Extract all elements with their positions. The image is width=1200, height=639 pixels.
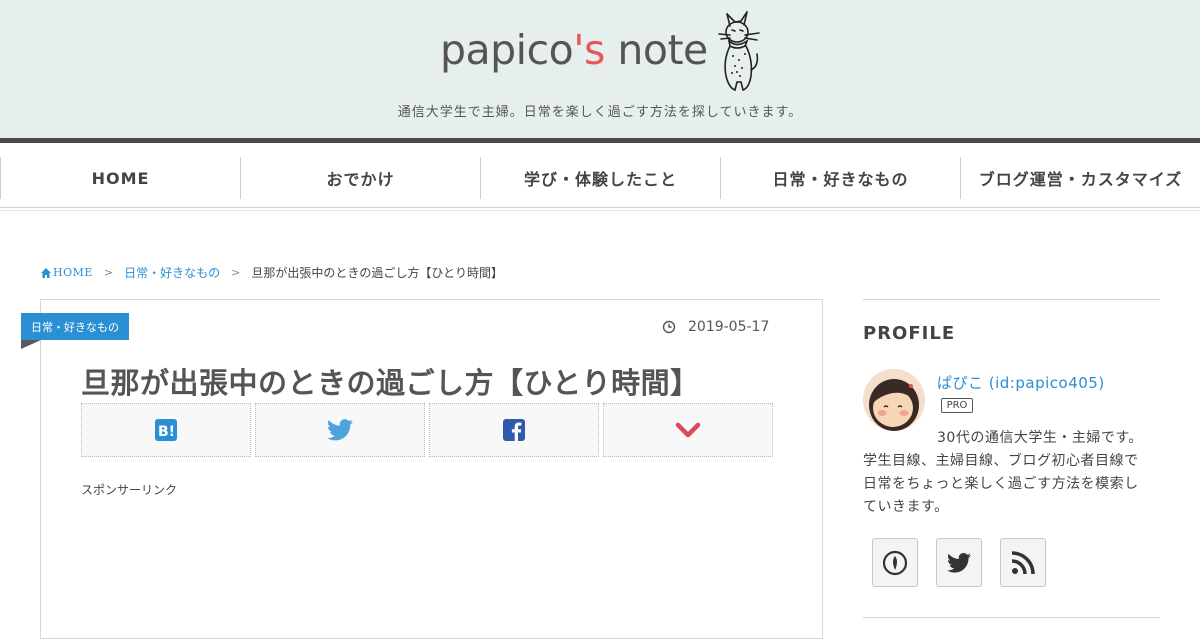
profile-desc-line: 30代の通信大学生・主婦です。 — [937, 430, 1143, 446]
facebook-share-button[interactable] — [429, 403, 599, 457]
global-nav: HOME おでかけ 学び・体験したこと 日常・好きなもの ブログ運営・カスタマイ… — [0, 157, 1200, 199]
hatena-follow-button[interactable] — [872, 538, 918, 587]
profile-name[interactable]: ぱぴこ (id:papico405) — [937, 372, 1105, 393]
sidebar-divider-top — [863, 299, 1160, 300]
profile-desc-line: 学生目線、主婦目線、ブログ初心者目線で — [863, 453, 1139, 469]
logo-text-main: papico — [440, 26, 574, 74]
profile-desc-line: 日常をちょっと楽しく過ごす方法を模索し — [863, 476, 1139, 492]
hatena-icon — [882, 550, 908, 575]
logo-text-tail: note — [604, 26, 708, 74]
logo-text-accent: 's — [573, 26, 605, 74]
avatar-illustration — [863, 369, 925, 431]
post-date: 2019-05-17 — [662, 319, 769, 335]
rss-button[interactable] — [1000, 538, 1046, 587]
breadcrumb: HOME > 日常・好きなもの > 旦那が出張中のときの過ごし方【ひとり時間】 — [40, 264, 503, 281]
site-logo[interactable]: papico's note — [440, 30, 708, 71]
avatar[interactable] — [863, 369, 925, 431]
header-divider — [0, 138, 1200, 143]
home-icon — [41, 267, 51, 278]
nav-divider — [0, 207, 1200, 208]
breadcrumb-current: 旦那が出張中のときの過ごし方【ひとり時間】 — [251, 266, 504, 280]
share-buttons: B! — [81, 403, 773, 457]
breadcrumb-category[interactable]: 日常・好きなもの — [124, 264, 220, 281]
twitter-follow-button[interactable] — [936, 538, 982, 587]
rss-icon — [1011, 550, 1035, 574]
post-title: 旦那が出張中のときの過ごし方【ひとり時間】 — [81, 366, 700, 400]
svg-text:B!: B! — [158, 424, 175, 440]
hatena-bookmark-icon: B! — [155, 419, 177, 441]
profile-desc-line: ていきます。 — [863, 499, 949, 515]
chevron-right-icon: > — [231, 266, 241, 279]
pro-badge: PRO — [941, 398, 973, 413]
site-header: papico's note 通信大学生で主婦。日常を楽しく過ごす方法を探していき… — [0, 0, 1200, 138]
breadcrumb-home[interactable]: HOME — [53, 266, 93, 279]
twitter-icon — [947, 552, 971, 573]
nav-item-learning[interactable]: 学び・体験したこと — [480, 157, 720, 199]
nav-item-daily[interactable]: 日常・好きなもの — [720, 157, 960, 199]
category-badge[interactable]: 日常・好きなもの — [21, 313, 129, 340]
article-card — [40, 299, 823, 639]
social-links — [872, 538, 1064, 587]
cat-illustration-icon — [718, 11, 760, 91]
post-date-text: 2019-05-17 — [688, 319, 770, 335]
site-tagline: 通信大学生で主婦。日常を楽しく過ごす方法を探していきます。 — [397, 105, 803, 120]
nav-divider-secondary — [0, 210, 1200, 211]
clock-icon — [662, 320, 676, 334]
sidebar-divider-bottom — [863, 617, 1160, 618]
twitter-icon — [327, 419, 353, 441]
profile-heading: PROFILE — [863, 323, 956, 344]
badge-fold — [21, 340, 41, 349]
hatena-bookmark-button[interactable]: B! — [81, 403, 251, 457]
nav-item-blog[interactable]: ブログ運営・カスタマイズ — [960, 157, 1200, 199]
profile-description: 30代の通信大学生・主婦です。 学生目線、主婦目線、ブログ初心者目線で 日常をち… — [863, 427, 1160, 519]
more-share-button[interactable] — [603, 403, 773, 457]
facebook-icon — [503, 419, 525, 441]
chevron-right-icon: > — [103, 266, 114, 279]
chevron-down-icon — [675, 422, 701, 438]
twitter-share-button[interactable] — [255, 403, 425, 457]
nav-item-home[interactable]: HOME — [0, 157, 240, 199]
nav-item-odekake[interactable]: おでかけ — [240, 157, 480, 199]
sponsor-label: スポンサーリンク — [81, 483, 178, 497]
